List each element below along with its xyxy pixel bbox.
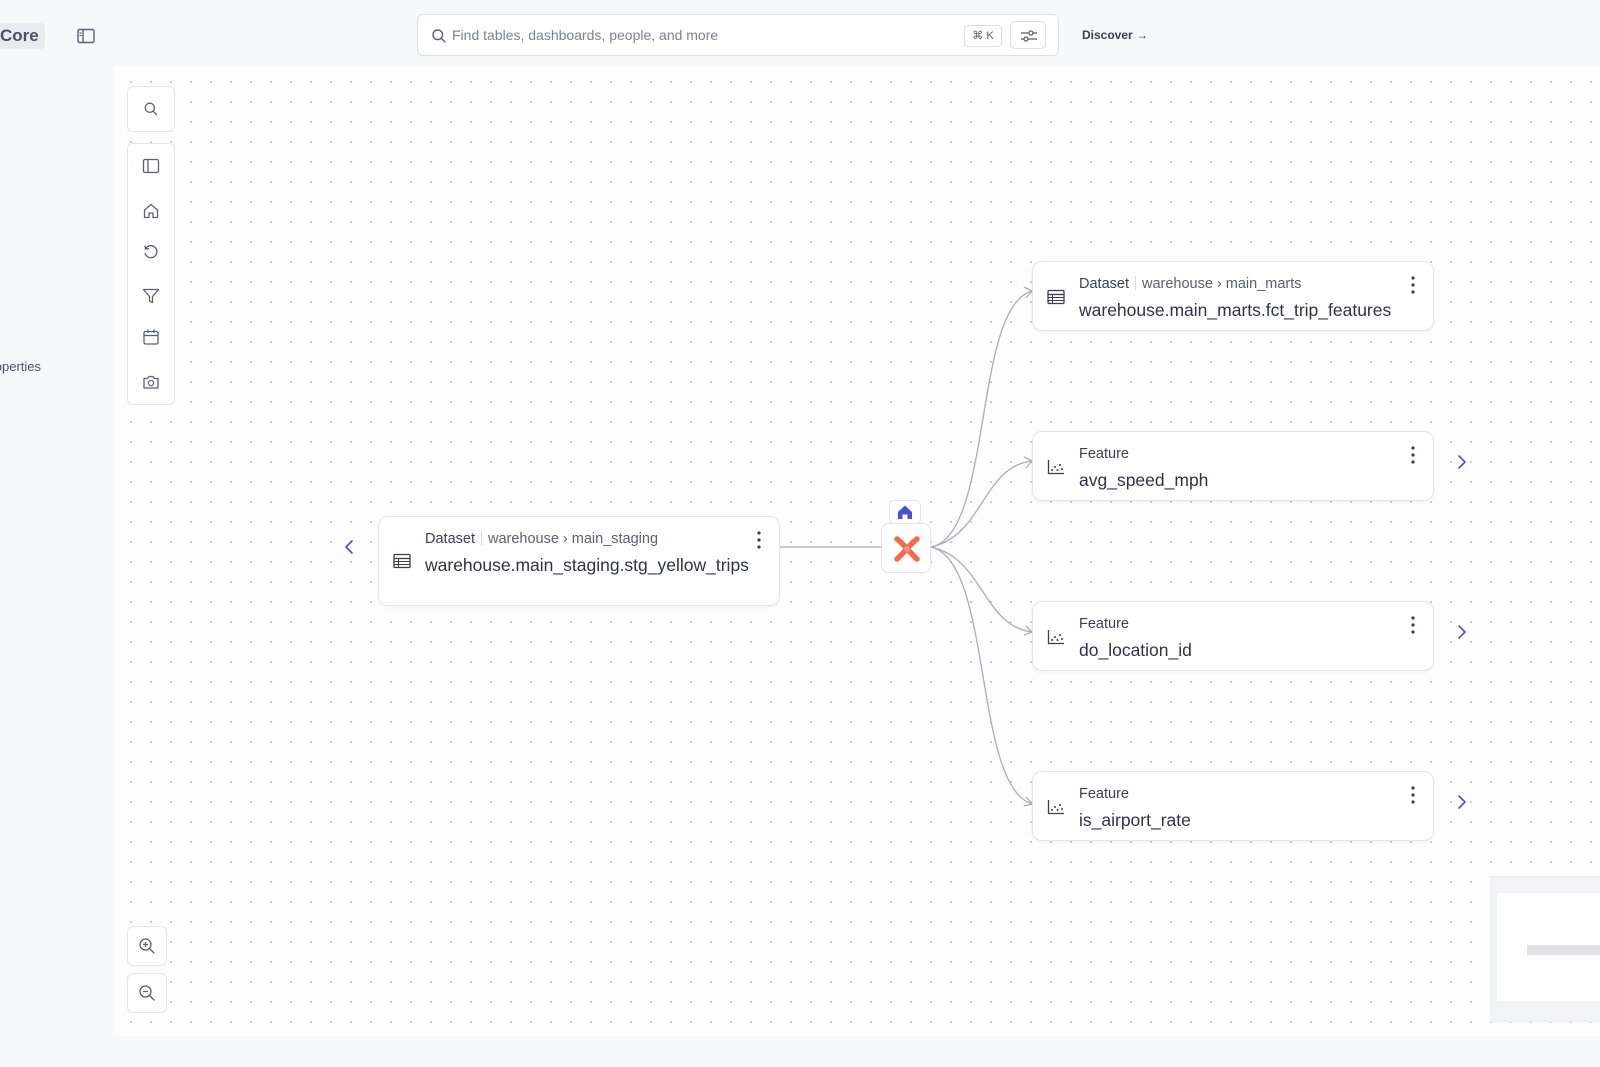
edge-job-to-target-4 <box>930 546 1033 805</box>
zoom-out-button[interactable] <box>127 973 167 1013</box>
expand-downstream-button[interactable] <box>1452 790 1472 814</box>
lineage-node-target-1[interactable]: Dataset warehouse › main_marts warehouse.ma… <box>1032 261 1434 331</box>
minimap-node <box>1527 945 1600 955</box>
table-icon <box>393 553 411 569</box>
discover-link[interactable]: Discover → <box>1082 28 1148 42</box>
entity-type: Feature <box>1079 446 1129 462</box>
chevron-right-icon <box>1458 795 1466 809</box>
entity-name[interactable]: warehouse.main_marts.fct_trip_features <box>1079 299 1391 322</box>
expand-upstream-button[interactable] <box>339 535 359 559</box>
chevron-right-icon <box>1458 625 1466 639</box>
data-job-node[interactable] <box>881 523 931 573</box>
job-badge <box>889 500 921 524</box>
more-options-icon[interactable] <box>1407 444 1419 468</box>
canvas-search-button[interactable] <box>128 89 174 129</box>
home-icon <box>143 203 159 219</box>
lineage-node-target-2[interactable]: Feature avg_speed_mph <box>1032 431 1434 501</box>
entity-type: Feature <box>1079 786 1129 802</box>
entity-name[interactable]: do_location_id <box>1079 639 1192 662</box>
global-search: ⌘ K <box>417 14 1059 56</box>
expand-downstream-button[interactable] <box>1452 620 1472 644</box>
entity-type: Dataset <box>425 531 475 547</box>
platform-name: warehouse <box>487 531 559 547</box>
canvas-search-panel <box>127 86 175 132</box>
edge-job-to-target-3 <box>930 546 1033 633</box>
node-header: Feature <box>1079 786 1129 802</box>
more-options-icon[interactable] <box>1407 274 1419 298</box>
search-filters-button[interactable] <box>1010 21 1046 49</box>
lineage-canvas[interactable]: Dataset warehouse › main_staging warehouse.… <box>113 66 1600 1036</box>
sliders-icon <box>1021 30 1037 42</box>
zoom-in-icon <box>139 938 155 954</box>
shortcut-hint: ⌘ K <box>964 25 1002 47</box>
chevron-left-icon <box>345 540 353 554</box>
screenshot-button[interactable] <box>128 362 174 402</box>
edge-job-to-target-1 <box>930 290 1033 548</box>
sidebar-icon <box>142 158 160 174</box>
entity-name[interactable]: is_airport_rate <box>1079 809 1191 832</box>
lineage-edges <box>780 286 1034 807</box>
home-icon <box>898 505 912 519</box>
toggle-details-button[interactable] <box>128 146 174 186</box>
lineage-node-target-4[interactable]: Feature is_airport_rate <box>1032 771 1434 841</box>
zoom-in-button[interactable] <box>127 926 167 966</box>
more-options-icon[interactable] <box>1407 784 1419 808</box>
feature-chart-icon <box>1047 800 1064 815</box>
expand-downstream-button[interactable] <box>1452 450 1472 474</box>
table-icon <box>1047 289 1065 305</box>
search-icon <box>432 29 446 43</box>
node-header: Dataset warehouse › main_staging <box>425 531 659 547</box>
lineage-node-source[interactable]: Dataset warehouse › main_staging warehouse.… <box>378 516 780 606</box>
calendar-icon <box>143 329 159 345</box>
top-bar: Core ⌘ K Discover → <box>0 0 1600 66</box>
feature-chart-icon <box>1047 460 1064 475</box>
canvas-minimap[interactable] <box>1490 876 1600 1022</box>
entity-type: Feature <box>1079 616 1129 632</box>
more-options-icon[interactable] <box>753 529 765 553</box>
chevron-right-icon <box>1458 455 1466 469</box>
reset-button[interactable] <box>128 232 174 272</box>
schema-name: main_marts <box>1225 276 1302 292</box>
edge-job-to-target-2 <box>930 460 1033 548</box>
entity-type: Dataset <box>1079 276 1129 292</box>
node-header: Feature <box>1079 446 1129 462</box>
lineage-node-target-3[interactable]: Feature do_location_id <box>1032 601 1434 671</box>
brand-logo[interactable]: Core <box>0 23 45 49</box>
zoom-out-icon <box>139 985 155 1001</box>
filter-button[interactable] <box>128 276 174 316</box>
entity-name[interactable]: avg_speed_mph <box>1079 469 1208 492</box>
filter-icon <box>142 288 160 304</box>
dagster-icon <box>894 536 920 562</box>
date-range-button[interactable] <box>128 317 174 357</box>
entity-name[interactable]: warehouse.main_staging.stg_yellow_trips <box>425 554 765 577</box>
home-button[interactable] <box>128 191 174 231</box>
search-input[interactable] <box>452 24 952 46</box>
platform-name: warehouse <box>1141 276 1213 292</box>
more-options-icon[interactable] <box>1407 614 1419 638</box>
feature-chart-icon <box>1047 630 1064 645</box>
canvas-toolbar <box>127 143 175 405</box>
properties-tab-label[interactable]: Properties <box>0 359 41 374</box>
node-header: Feature <box>1079 616 1129 632</box>
reset-icon <box>144 245 158 259</box>
schema-name: main_staging <box>571 531 659 547</box>
node-header: Dataset warehouse › main_marts <box>1079 276 1302 292</box>
camera-icon <box>143 375 159 389</box>
search-icon <box>144 102 158 116</box>
sidebar-toggle-icon[interactable] <box>76 27 96 45</box>
